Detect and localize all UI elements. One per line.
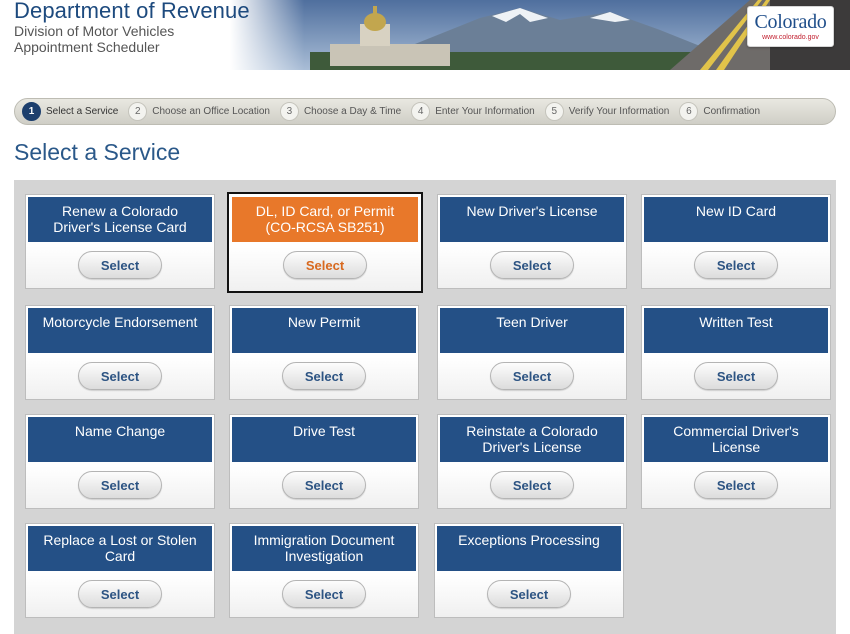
service-title-line2: Driver's License [482,439,582,455]
select-service-button[interactable]: Select [490,471,574,499]
step-number: 2 [128,102,148,121]
service-title-line1: Exceptions Processing [458,532,600,548]
service-card: Drive Test Select [229,414,419,509]
department-title: Department of Revenue [14,0,250,23]
select-service-button[interactable]: Select [694,471,778,499]
service-title-line1: Reinstate a Colorado [466,423,598,439]
service-card-title: Reinstate a Colorado Driver's License [440,417,624,462]
service-card-title: DL, ID Card, or Permit (CO-RCSA SB251) [232,197,418,242]
step-label: Choose a Day & Time [303,106,402,117]
service-card: Renew a Colorado Driver's License Card Sel… [25,194,215,289]
step-label: Verify Your Information [568,106,670,117]
step-label: Confirmation [703,106,761,117]
service-title-line1: New Permit [287,314,361,330]
service-title-line2: Driver's License Card [53,219,187,235]
scheduler-subtitle: Appointment Scheduler [14,39,160,55]
step-number: 3 [279,102,299,121]
service-card-title: Motorcycle Endorsement [28,308,212,353]
service-title-line1: Commercial Driver's [673,423,799,439]
header-titles: Department of Revenue Division of Motor … [14,0,314,55]
service-card: New ID Card Select [641,194,831,289]
service-title-line1: Motorcycle Endorsement [42,314,198,330]
service-card: Written Test Select [641,305,831,400]
select-service-button[interactable]: Select [490,362,574,390]
select-service-button[interactable]: Select [78,362,162,390]
step-6: 6 Confirmation [679,102,760,121]
service-title-line1: Replace a Lost or Stolen [43,532,197,548]
service-card-title: New Driver's License [440,197,624,242]
service-card: DL, ID Card, or Permit (CO-RCSA SB251) Sel… [227,192,423,293]
select-service-button[interactable]: Select [694,362,778,390]
colorado-logo[interactable]: Colorado www.colorado.gov [747,6,834,47]
service-card: Reinstate a Colorado Driver's License Sele… [437,414,627,509]
service-title-line1: Renew a Colorado [62,203,178,219]
step-number: 4 [411,102,431,121]
service-title-line1: Name Change [74,423,166,439]
service-title-line1: Written Test [699,314,773,330]
service-card-title: Name Change [28,417,212,462]
service-title-line2: Card [104,548,136,564]
step-number: 1 [22,102,41,121]
colorado-logo-word: Colorado [754,11,827,33]
select-service-button[interactable]: Select [490,251,574,279]
service-title-line2: License [711,439,761,455]
service-title-line1: DL, ID Card, or Permit [255,203,395,219]
service-card-title: Renew a Colorado Driver's License Card [28,197,212,242]
select-service-button[interactable]: Select [78,251,162,279]
service-card-title: Commercial Driver's License [644,417,828,462]
service-card: Name Change Select [25,414,215,509]
step-1: 1 Select a Service [22,102,118,121]
step-label: Enter Your Information [435,106,535,117]
service-card-title: New ID Card [644,197,828,242]
select-service-button[interactable]: Select [487,580,571,608]
service-card-title: Immigration Document Investigation [232,526,416,571]
select-service-button[interactable]: Select [78,471,162,499]
progress-steps-bar: 1 Select a Service 2 Choose an Office Locat… [14,98,836,125]
step-label: Select a Service [46,106,119,117]
step-number: 6 [679,102,699,121]
service-card-title: Replace a Lost or Stolen Card [28,526,212,571]
select-service-button[interactable]: Select [694,251,778,279]
service-card-title: New Permit [232,308,416,353]
select-service-button[interactable]: Select [78,580,162,608]
select-service-button[interactable]: Select [282,471,366,499]
service-card: Immigration Document Investigation Select [229,523,419,618]
select-service-button[interactable]: Select [283,251,367,279]
service-card: Motorcycle Endorsement Select [25,305,215,400]
division-subtitle: Division of Motor Vehicles [14,23,175,39]
service-card-title: Written Test [644,308,828,353]
step-3: 3 Choose a Day & Time [279,102,402,121]
service-card: Teen Driver Select [437,305,627,400]
step-label: Choose an Office Location [152,106,270,117]
page-header: Department of Revenue Division of Motor … [0,0,850,72]
service-title-line2: Investigation [284,548,364,564]
service-card: Replace a Lost or Stolen Card Select [25,523,215,618]
service-title-line1: New Driver's License [466,203,598,219]
service-title-line1: New ID Card [695,203,777,219]
service-card: Commercial Driver's License Select [641,414,831,509]
step-4: 4 Enter Your Information [411,102,535,121]
service-title-line2: (CO-RCSA SB251) [265,219,385,235]
service-title-line1: Drive Test [293,423,355,439]
service-card: New Driver's License Select [437,194,627,289]
step-2: 2 Choose an Office Location [128,102,270,121]
service-title-line1: Immigration Document [253,532,395,548]
page-title: Select a Service [14,139,181,165]
colorado-logo-url: www.colorado.gov [762,34,819,41]
service-card-title: Teen Driver [440,308,624,353]
service-grid: Renew a Colorado Driver's License Card Sel… [14,180,836,634]
select-service-button[interactable]: Select [282,580,366,608]
service-card-title: Exceptions Processing [437,526,621,571]
step-5: 5 Verify Your Information [544,102,670,121]
select-service-button[interactable]: Select [282,362,366,390]
service-card: Exceptions Processing Select [434,523,624,618]
service-card: New Permit Select [229,305,419,400]
service-title-line1: Teen Driver [496,314,568,330]
service-card-title: Drive Test [232,417,416,462]
step-number: 5 [544,102,564,121]
